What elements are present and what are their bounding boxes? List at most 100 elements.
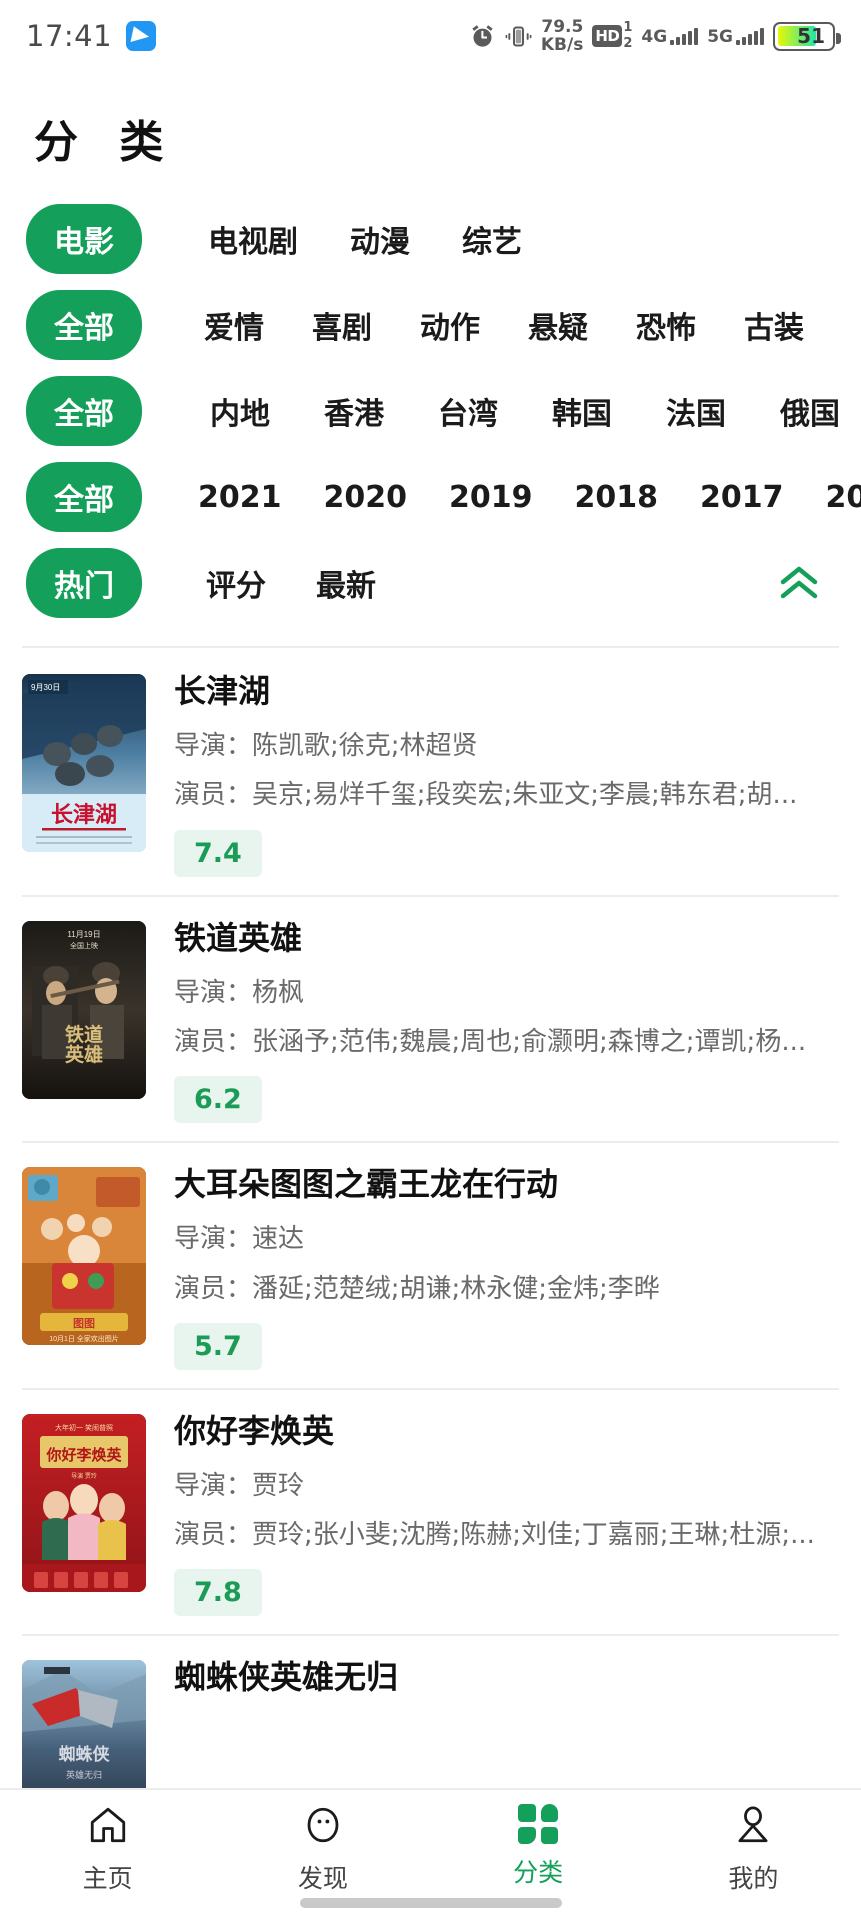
filter-chip-genre-3[interactable]: 动作 <box>420 303 480 347</box>
filter-panel: 电影 电视剧 动漫 综艺 全部 爱情 喜剧 动作 悬疑 恐怖 古装 全部 内地 … <box>0 170 861 648</box>
filter-chip-year-3[interactable]: 2019 <box>449 480 533 515</box>
filter-chip-genre-6[interactable]: 古装 <box>744 303 804 347</box>
filter-chip-sort-1[interactable]: 评分 <box>206 561 266 605</box>
signal-2-bars <box>736 27 764 45</box>
svg-text:10月1日 全家欢出图片: 10月1日 全家欢出图片 <box>49 1334 119 1343</box>
battery-icon: 51 <box>773 21 841 51</box>
alarm-icon <box>469 23 496 50</box>
filter-chip-type-2[interactable]: 动漫 <box>350 217 410 261</box>
poster-datuduotutu: 图图 10月1日 全家欢出图片 <box>22 1167 146 1346</box>
movie-title: 大耳朵图图之霸王龙在行动 <box>174 1167 559 1203</box>
filter-chip-year-0[interactable]: 全部 <box>26 462 142 532</box>
nav-label-discover: 发现 <box>297 1864 348 1893</box>
svg-text:长津湖: 长津湖 <box>51 802 117 827</box>
filter-chip-sort-0[interactable]: 热门 <box>26 548 142 618</box>
signal-1-label: 4G <box>641 26 668 47</box>
filter-chip-genre-0[interactable]: 全部 <box>26 290 142 360</box>
movie-actors: 演员：张涵予;范伟;魏晨;周也;俞灏明;森博之;谭凯;杨... <box>174 1026 807 1057</box>
rating-badge: 7.4 <box>174 829 262 877</box>
movie-title: 蜘蛛侠英雄无归 <box>174 1660 399 1696</box>
list-item[interactable]: 你好李焕英 大年初一 笑闹普照 导演 贾玲 你好李焕英 导演：贾玲 演员：贾玲;… <box>22 1387 839 1635</box>
battery-percent: 51 <box>797 24 825 48</box>
grid-icon <box>518 1804 559 1844</box>
filter-chip-year-4[interactable]: 2018 <box>575 480 659 515</box>
filter-row-sort: 热门 评分 最新 <box>0 540 861 626</box>
nav-item-discover[interactable]: 发现 <box>215 1804 430 1895</box>
movie-info: 长津湖 导演：陈凯歌;徐克;林超贤 演员：吴京;易烊千玺;段奕宏;朱亚文;李晨;… <box>146 674 839 877</box>
svg-text:全国上映: 全国上映 <box>70 941 98 950</box>
filter-row-genre: 全部 爱情 喜剧 动作 悬疑 恐怖 古装 <box>0 282 861 368</box>
svg-text:英雄无归: 英雄无归 <box>66 1769 102 1780</box>
filter-chip-region-1[interactable]: 内地 <box>210 389 270 433</box>
svg-text:导演 贾玲: 导演 贾玲 <box>71 1472 97 1480</box>
page-title: 分 类 <box>34 117 177 168</box>
signal-1: 4G <box>641 26 699 47</box>
list-item[interactable]: 长津湖 9月30日 长津湖 导演：陈凯歌;徐克;林超贤 演员：吴京;易烊千玺;段… <box>22 648 839 895</box>
filter-chip-region-3[interactable]: 台湾 <box>438 389 498 433</box>
discover-icon <box>302 1804 344 1850</box>
app-screen: 17:41 79.5 KB/s HD 1 2 4G 5G 51 分 类 电影 电… <box>0 0 861 1920</box>
filter-chip-region-4[interactable]: 韩国 <box>552 389 612 433</box>
filter-row-region: 全部 内地 香港 台湾 韩国 法国 俄国 <box>0 368 861 454</box>
filter-chip-type-3[interactable]: 综艺 <box>462 217 522 261</box>
nav-item-profile[interactable]: 我的 <box>646 1804 861 1895</box>
status-bar-left: 17:41 <box>26 19 157 53</box>
rating-badge: 6.2 <box>174 1076 262 1124</box>
filter-chip-region-2[interactable]: 香港 <box>324 389 384 433</box>
filter-chip-year-6[interactable]: 201 <box>826 480 861 515</box>
svg-text:你好李焕英: 你好李焕英 <box>45 1446 122 1464</box>
movie-title: 铁道英雄 <box>174 920 303 956</box>
movie-info: 你好李焕英 导演：贾玲 演员：贾玲;张小斐;沈腾;陈赫;刘佳;丁嘉丽;王琳;杜源… <box>146 1414 839 1617</box>
filter-chip-genre-1[interactable]: 爱情 <box>204 303 264 347</box>
filter-chip-year-1[interactable]: 2021 <box>198 480 282 515</box>
signal-2-label: 5G <box>707 26 733 47</box>
svg-text:9月30日: 9月30日 <box>31 683 60 692</box>
list-item[interactable]: 图图 10月1日 全家欢出图片 大耳朵图图之霸王龙在行动 导演：速达 演员：潘延… <box>22 1141 839 1388</box>
filter-chip-genre-2[interactable]: 喜剧 <box>312 303 372 347</box>
filter-chip-genre-5[interactable]: 恐怖 <box>636 303 696 347</box>
filter-chip-year-5[interactable]: 2017 <box>700 480 784 515</box>
telegram-icon <box>126 21 157 51</box>
filter-chip-sort-2[interactable]: 最新 <box>316 561 376 605</box>
movie-actors: 演员：贾玲;张小斐;沈腾;陈赫;刘佳;丁嘉丽;王琳;杜源;... <box>174 1520 815 1551</box>
movie-title: 长津湖 <box>174 674 271 710</box>
filter-chip-region-0[interactable]: 全部 <box>26 376 142 446</box>
rating-badge: 7.8 <box>174 1569 262 1617</box>
status-bar-right: 79.5 KB/s HD 1 2 4G 5G 51 <box>469 17 841 55</box>
movie-info: 大耳朵图图之霸王龙在行动 导演：速达 演员：潘延;范楚绒;胡谦;林永健;金炜;李… <box>146 1167 839 1370</box>
movie-list: 长津湖 9月30日 长津湖 导演：陈凯歌;徐克;林超贤 演员：吴京;易烊千玺;段… <box>0 648 861 1856</box>
svg-text:11月19日: 11月19日 <box>67 930 100 939</box>
svg-text:蜘蛛侠: 蜘蛛侠 <box>59 1744 111 1764</box>
filter-chip-region-5[interactable]: 法国 <box>666 389 726 433</box>
double-chevron-up-icon[interactable] <box>773 559 825 607</box>
hd-icon: HD 1 2 <box>592 20 633 51</box>
list-item[interactable]: 铁道 英雄 11月19日 全国上映 铁道英雄 导演：杨枫 演员：张涵予;范伟;魏… <box>22 894 839 1142</box>
filter-chip-type-0[interactable]: 电影 <box>26 204 142 274</box>
nav-item-home[interactable]: 主页 <box>0 1804 215 1895</box>
movie-info: 铁道英雄 导演：杨枫 演员：张涵予;范伟;魏晨;周也;俞灏明;森博之;谭凯;杨.… <box>146 921 839 1124</box>
person-icon <box>732 1804 774 1850</box>
filter-chip-type-1[interactable]: 电视剧 <box>208 217 298 261</box>
bottom-navigation: 主页 发现 分类 我的 <box>0 1788 861 1920</box>
filter-chip-genre-4[interactable]: 悬疑 <box>528 303 588 347</box>
status-time: 17:41 <box>26 19 113 53</box>
status-bar: 17:41 79.5 KB/s HD 1 2 4G 5G 51 <box>0 0 861 72</box>
sim1-label: 1 <box>623 20 633 35</box>
nav-item-category[interactable]: 分类 <box>431 1804 646 1889</box>
filter-row-type: 电影 电视剧 动漫 综艺 <box>0 196 861 282</box>
movie-director: 导演：贾玲 <box>174 1470 305 1501</box>
movie-actors: 演员：吴京;易烊千玺;段奕宏;朱亚文;李晨;韩东君;胡... <box>174 780 798 811</box>
filter-chip-year-2[interactable]: 2020 <box>324 480 408 515</box>
network-speed: 79.5 KB/s <box>540 17 584 55</box>
sim2-label: 2 <box>623 36 633 51</box>
svg-text:大年初一 笑闹普照: 大年初一 笑闹普照 <box>55 1423 113 1432</box>
svg-text:铁道: 铁道 <box>65 1023 103 1046</box>
nav-label-home: 主页 <box>82 1864 133 1893</box>
movie-director: 导演：速达 <box>174 1224 305 1255</box>
vibrate-icon <box>505 23 532 50</box>
poster-changjinhu: 长津湖 9月30日 <box>22 674 146 852</box>
filter-chip-region-6[interactable]: 俄国 <box>780 389 840 433</box>
rating-badge: 5.7 <box>174 1322 262 1370</box>
filter-row-year: 全部 2021 2020 2019 2018 2017 201 <box>0 454 861 540</box>
movie-actors: 演员：潘延;范楚绒;胡谦;林永健;金炜;李晔 <box>174 1273 660 1304</box>
